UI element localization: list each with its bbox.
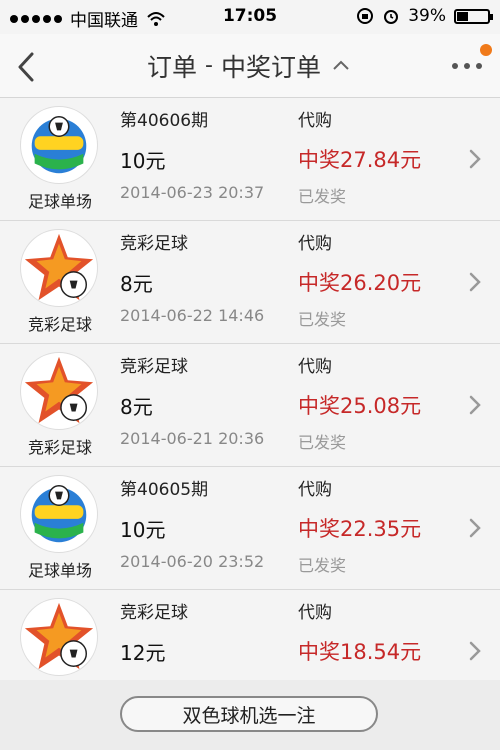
prize-amount: 中奖26.20元 xyxy=(298,271,422,295)
order-amount: 10元 xyxy=(120,518,166,542)
more-icon[interactable] xyxy=(452,63,482,69)
prize-amount: 中奖25.08元 xyxy=(298,394,422,418)
orientation-lock-icon xyxy=(357,8,374,24)
order-type: 代购 xyxy=(298,603,332,623)
chevron-right-icon xyxy=(469,272,481,292)
status-bar: 中国联通 17:05 39% xyxy=(0,0,500,34)
chevron-right-icon xyxy=(469,395,481,415)
order-datetime: 2014-06-20 23:52 xyxy=(120,552,265,571)
jingcai-football-logo xyxy=(20,352,98,430)
prize-amount: 中奖18.54元 xyxy=(298,640,422,664)
nav-bar: 订单 - 中奖订单 xyxy=(0,34,500,98)
order-amount: 8元 xyxy=(120,395,153,419)
football-single-logo xyxy=(20,475,98,553)
battery-percent: 39% xyxy=(408,6,446,26)
order-row[interactable]: 竞彩足球 竞彩足球 8元 2014-06-22 14:46 代购 中奖26.20… xyxy=(0,221,500,344)
football-single-logo xyxy=(20,106,98,184)
order-period: 竞彩足球 xyxy=(120,234,188,254)
prize-status: 已发奖 xyxy=(298,556,347,575)
order-amount: 10元 xyxy=(120,149,166,173)
order-period: 第40606期 xyxy=(120,111,209,131)
order-type: 代购 xyxy=(298,234,332,254)
order-row[interactable]: 足球单场 第40605期 10元 2014-06-20 23:52 代购 中奖2… xyxy=(0,467,500,590)
game-name: 竞彩足球 xyxy=(27,315,92,334)
order-row[interactable]: 足球单场 第40606期 10元 2014-06-23 20:37 代购 中奖2… xyxy=(0,98,500,221)
game-name: 竞彩足球 xyxy=(27,438,92,457)
nav-title[interactable]: 订单 - 中奖订单 xyxy=(147,48,353,84)
prize-amount: 中奖22.35元 xyxy=(298,517,422,541)
random-pick-button[interactable]: 双色球机选一注 xyxy=(120,696,378,732)
chevron-right-icon xyxy=(469,641,481,661)
battery-icon xyxy=(454,8,493,24)
page-title: 订单 xyxy=(147,52,198,82)
game-name: 足球单场 xyxy=(27,561,92,580)
order-period: 竞彩足球 xyxy=(120,603,188,623)
order-row[interactable]: 竞彩足球 竞彩足球 8元 2014-06-21 20:36 代购 中奖25.08… xyxy=(0,344,500,467)
order-type: 代购 xyxy=(298,357,332,377)
back-icon[interactable] xyxy=(12,50,42,84)
order-list: 足球单场 第40606期 10元 2014-06-23 20:37 代购 中奖2… xyxy=(0,98,500,713)
prize-status: 已发奖 xyxy=(298,187,347,206)
order-type: 代购 xyxy=(298,111,332,131)
footer-bar: 双色球机选一注 xyxy=(0,680,500,750)
order-period: 竞彩足球 xyxy=(120,357,188,377)
page-subtitle: 中奖订单 xyxy=(220,52,321,82)
chevron-right-icon xyxy=(469,518,481,538)
order-datetime: 2014-06-22 14:46 xyxy=(120,306,265,325)
prize-status: 已发奖 xyxy=(298,310,347,329)
chevron-right-icon xyxy=(469,149,481,169)
jingcai-football-logo xyxy=(20,598,98,676)
jingcai-football-logo xyxy=(20,229,98,307)
title-separator: - xyxy=(205,53,213,78)
status-right: 39% xyxy=(356,6,493,26)
order-amount: 12元 xyxy=(120,641,166,665)
order-type: 代购 xyxy=(298,480,332,500)
prize-status: 已发奖 xyxy=(298,433,347,452)
order-datetime: 2014-06-23 20:37 xyxy=(120,183,265,202)
prize-amount: 中奖27.84元 xyxy=(298,148,422,172)
alarm-icon xyxy=(384,10,399,24)
order-datetime: 2014-06-21 20:36 xyxy=(120,429,265,448)
order-period: 第40605期 xyxy=(120,480,209,500)
game-name: 足球单场 xyxy=(27,192,92,211)
order-amount: 8元 xyxy=(120,272,153,296)
notification-badge xyxy=(480,44,492,56)
chevron-up-icon xyxy=(333,60,349,70)
